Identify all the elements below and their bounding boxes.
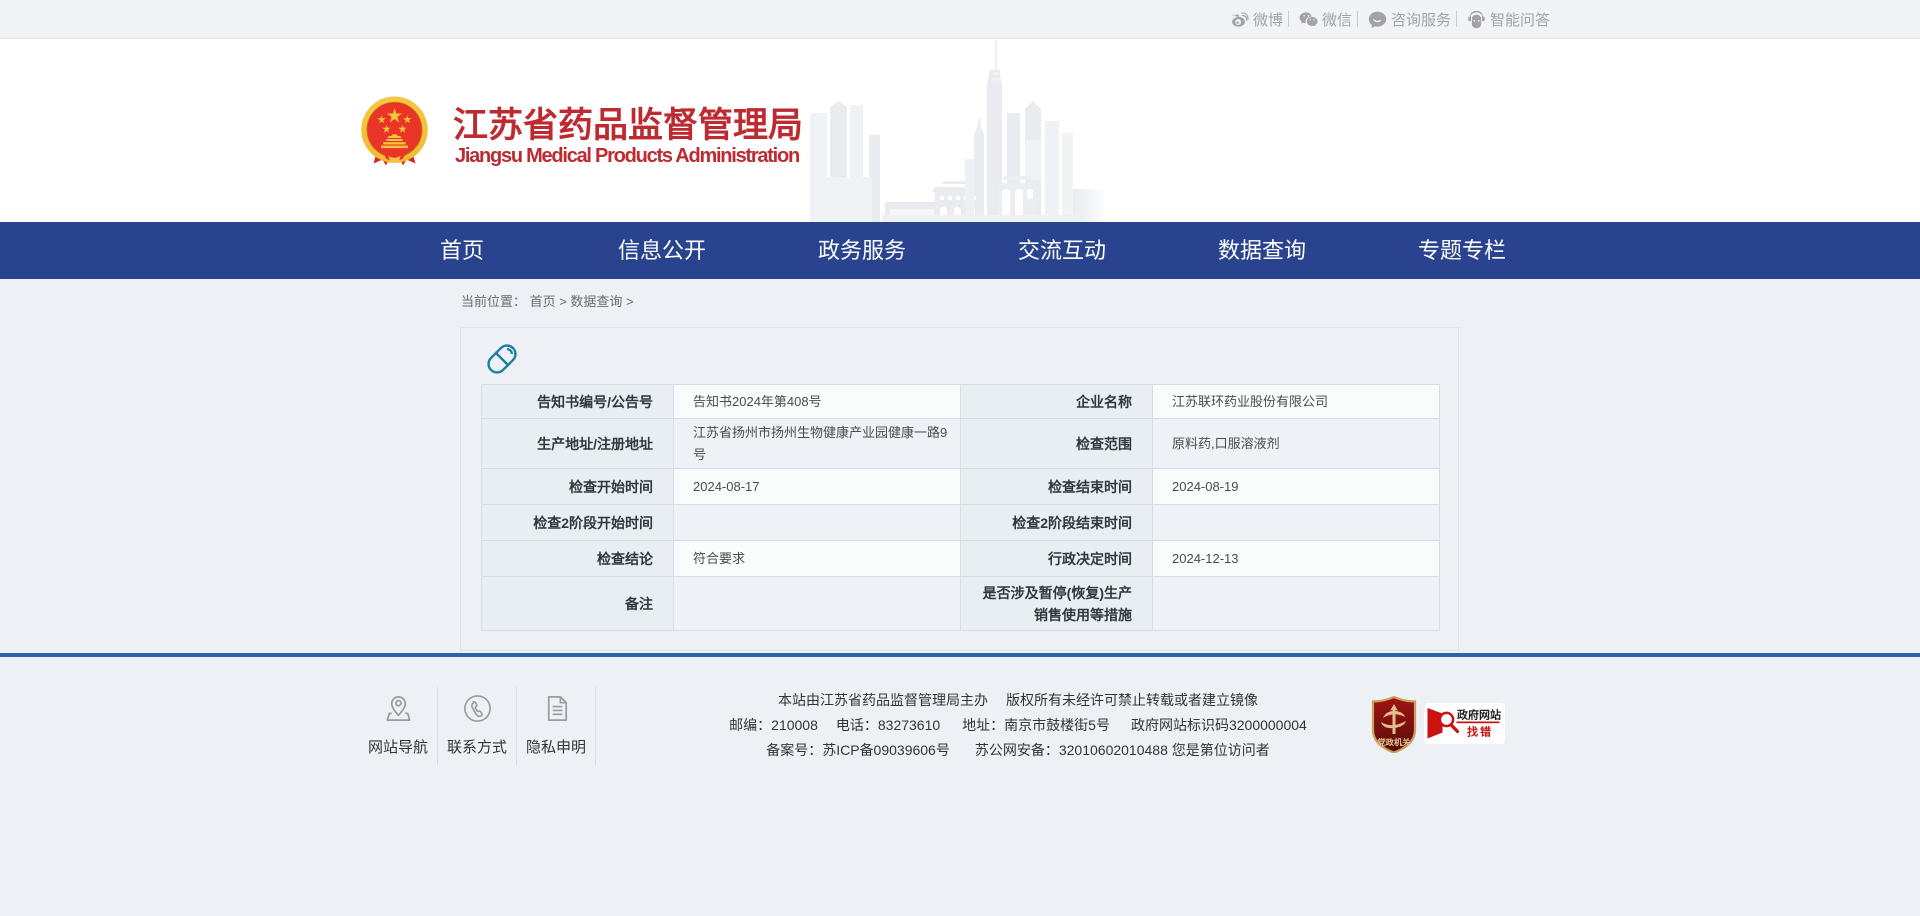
svg-text:党政机关: 党政机关: [1378, 737, 1412, 747]
svg-text:找错: 找错: [1467, 725, 1493, 739]
svg-text:政府网站: 政府网站: [1457, 708, 1501, 722]
